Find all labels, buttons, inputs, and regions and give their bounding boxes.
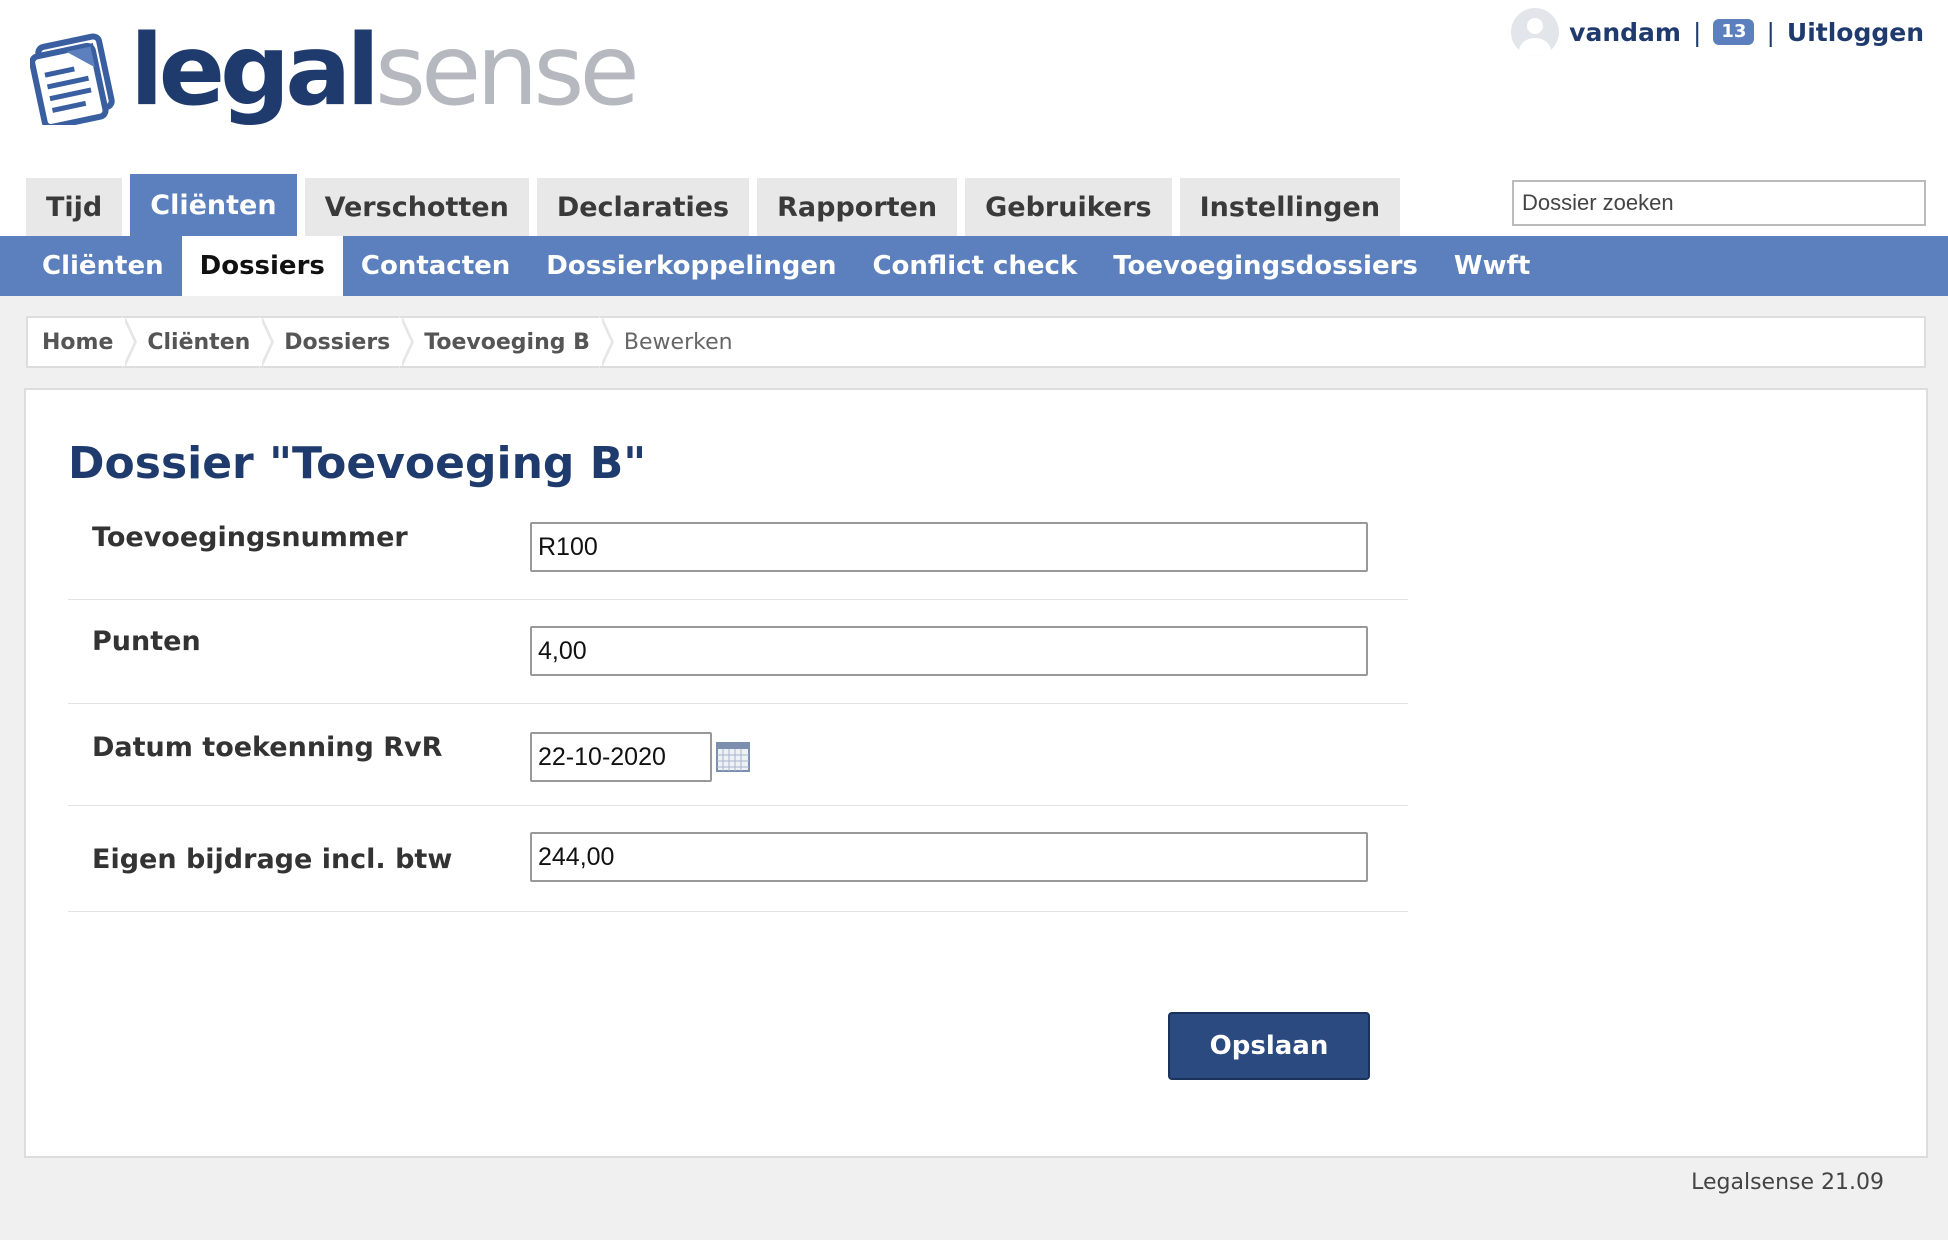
dossier-search-input[interactable]	[1512, 180, 1926, 226]
eigen-bijdrage-field[interactable]	[530, 832, 1368, 882]
label-datum-toekenning: Datum toekenning RvR	[92, 732, 443, 763]
logo-text-sense: sense	[374, 14, 640, 128]
calendar-icon[interactable]	[716, 742, 750, 772]
tab-rapporten[interactable]: Rapporten	[757, 178, 958, 236]
main-nav: Tijd Cliënten Verschotten Declaraties Ra…	[26, 174, 1408, 236]
content-panel: Dossier "Toevoeging B" Toevoegingsnummer…	[24, 388, 1928, 1158]
tab-tijd[interactable]: Tijd	[26, 178, 123, 236]
tab-instellingen[interactable]: Instellingen	[1179, 178, 1401, 236]
subtab-dossierkoppelingen[interactable]: Dossierkoppelingen	[528, 236, 854, 296]
version-label: Legalsense 21.09	[1691, 1170, 1884, 1195]
logout-link[interactable]: Uitloggen	[1787, 18, 1924, 47]
form-row-eigen-bijdrage: Eigen bijdrage incl. btw	[68, 806, 1408, 912]
tab-gebruikers[interactable]: Gebruikers	[965, 178, 1172, 236]
toevoegingsnummer-field[interactable]	[530, 522, 1368, 572]
separator: |	[1692, 17, 1702, 47]
separator: |	[1766, 17, 1775, 47]
page-title: Dossier "Toevoeging B"	[68, 438, 647, 489]
breadcrumb-home[interactable]: Home	[28, 316, 138, 368]
logo-wordmark: legalsense	[130, 22, 640, 120]
subtab-conflict-check[interactable]: Conflict check	[854, 236, 1095, 296]
subtab-wwft[interactable]: Wwft	[1436, 236, 1548, 296]
legalsense-logo[interactable]: legalsense	[30, 22, 640, 132]
breadcrumb-toevoeging-b[interactable]: Toevoeging B	[410, 316, 614, 368]
subtab-clienten[interactable]: Cliënten	[24, 236, 182, 296]
document-icon	[30, 33, 115, 125]
user-bar: vandam | 13 | Uitloggen	[1511, 8, 1924, 56]
form-row-toevoegingsnummer: Toevoegingsnummer	[68, 500, 1408, 600]
form-row-punten: Punten	[68, 600, 1408, 704]
tab-verschotten[interactable]: Verschotten	[304, 178, 529, 236]
header: legalsense vandam | 13 | Uitloggen Tijd …	[0, 0, 1948, 236]
subtab-contacten[interactable]: Contacten	[343, 236, 528, 296]
breadcrumb-bewerken: Bewerken	[623, 329, 733, 355]
form-row-datum: Datum toekenning RvR	[68, 704, 1408, 806]
username[interactable]: vandam	[1569, 18, 1681, 47]
notification-badge[interactable]: 13	[1713, 19, 1755, 45]
datum-toekenning-field[interactable]	[530, 732, 712, 782]
save-button[interactable]: Opslaan	[1168, 1012, 1370, 1080]
subtab-toevoegingsdossiers[interactable]: Toevoegingsdossiers	[1095, 236, 1436, 296]
label-toevoegingsnummer: Toevoegingsnummer	[92, 522, 408, 553]
breadcrumb-clienten[interactable]: Cliënten	[133, 316, 275, 368]
label-punten: Punten	[92, 626, 201, 657]
punten-field[interactable]	[530, 626, 1368, 676]
breadcrumb-dossiers[interactable]: Dossiers	[270, 316, 415, 368]
subtab-dossiers[interactable]: Dossiers	[181, 236, 343, 296]
tab-clienten[interactable]: Cliënten	[130, 174, 297, 236]
avatar[interactable]	[1511, 8, 1560, 56]
breadcrumb: Home Cliënten Dossiers Toevoeging B Bewe…	[26, 316, 1926, 368]
sub-nav: Cliënten Dossiers Contacten Dossierkoppe…	[0, 236, 1948, 296]
tab-declaraties[interactable]: Declaraties	[536, 178, 750, 236]
logo-text-legal: legal	[130, 14, 380, 128]
label-eigen-bijdrage: Eigen bijdrage incl. btw	[92, 844, 453, 875]
